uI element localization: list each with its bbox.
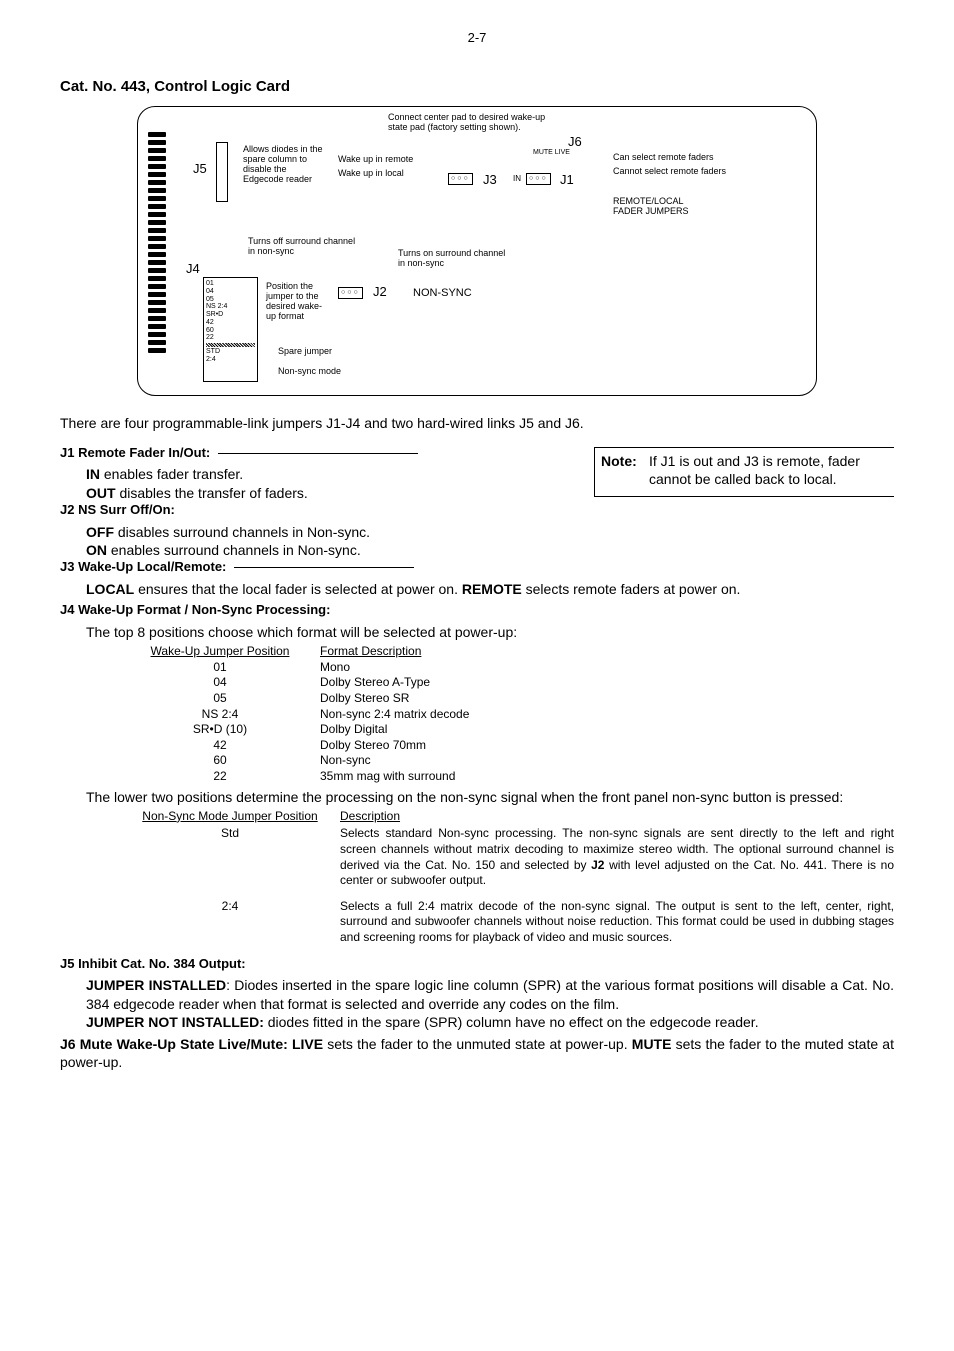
j4-item: 60 [206, 327, 255, 335]
j4-d: 35mm mag with surround [320, 769, 894, 785]
j4-head3: Non-Sync Mode Jumper Position [120, 809, 340, 825]
connect-center-label: Connect center pad to desired wake-up st… [388, 113, 558, 133]
j6-live-text: sets the fader to the unmuted state at p… [323, 1036, 632, 1052]
j4-label: J4 [186, 262, 200, 276]
j5-label: J5 [193, 162, 207, 176]
j4-p: SR•D (10) [120, 722, 320, 738]
wake-local-label: Wake up in local [338, 169, 404, 179]
position-jumper-label: Position the jumper to the desired wake-… [266, 282, 326, 322]
j2-off: OFF disables surround channels in Non-sy… [86, 523, 894, 541]
j4-hatch [206, 343, 255, 347]
j4-intro: The top 8 positions choose which format … [86, 623, 894, 641]
j4-p: 42 [120, 738, 320, 754]
spare-jumper-label: Spare jumper [278, 347, 332, 357]
j4-box: 01 04 05 NS 2:4 SR•D 42 60 22 STD 2:4 [203, 277, 258, 382]
edge-connector [148, 132, 166, 356]
j4-p: 05 [120, 691, 320, 707]
j4-item: 2:4 [206, 356, 255, 364]
j3-label: J3 Wake-Up Local/Remote: [60, 559, 226, 574]
j4-item: 42 [206, 319, 255, 327]
j4-p: 22 [120, 769, 320, 785]
j4-d: Dolby Stereo A-Type [320, 675, 894, 691]
j5-installed: JUMPER INSTALLED: Diodes inserted in the… [86, 976, 894, 1012]
branch-line [234, 567, 414, 568]
j4-p: 01 [120, 660, 320, 676]
j3-label: J3 [483, 173, 497, 187]
j4-d2: Selects a full 2:4 matrix decode of the … [340, 899, 894, 946]
j3-pins: ○○○ [448, 173, 473, 185]
j5-not-installed: JUMPER NOT INSTALLED: diodes fitted in t… [86, 1013, 894, 1031]
note-box: Note: If J1 is out and J3 is remote, fad… [594, 447, 894, 497]
j4-table2: Non-Sync Mode Jumper Position Descriptio… [120, 809, 894, 946]
j4-p2: Std [120, 826, 340, 888]
j1-label: J1 [560, 173, 574, 187]
j4-item: 22 [206, 334, 255, 342]
branch-line [218, 453, 418, 454]
j4-lower: The lower two positions determine the pr… [86, 788, 894, 806]
j4-d: Dolby Stereo 70mm [320, 738, 894, 754]
note-lead: Note: [601, 452, 649, 488]
j3-text: LOCAL ensures that the local fader is se… [86, 580, 894, 598]
j4-p2: 2:4 [120, 899, 340, 946]
diagram-container: Connect center pad to desired wake-up st… [60, 106, 894, 396]
j6-live: LIVE [292, 1036, 323, 1052]
j5-box [216, 142, 228, 202]
allows-diodes-label: Allows diodes in the spare column to dis… [243, 145, 323, 185]
j6-label: J6 [568, 135, 582, 149]
remote-local-label: REMOTE/LOCAL FADER JUMPERS [613, 197, 713, 217]
page-number: 2-7 [60, 30, 894, 47]
j6-mute: MUTE [632, 1036, 672, 1052]
j1-pins: ○○○ [526, 173, 551, 185]
in-label: IN [513, 175, 521, 184]
intro-text: There are four programmable-link jumpers… [60, 414, 894, 432]
j2-label: J2 [373, 285, 387, 299]
j4-d: Dolby Stereo SR [320, 691, 894, 707]
j4-d: Non-sync [320, 753, 894, 769]
cannot-select-label: Cannot select remote faders [613, 167, 726, 177]
j1-label: J1 Remote Fader In/Out: [60, 445, 210, 460]
turns-off-label: Turns off surround channel in non-sync [248, 237, 358, 257]
j4-item: NS 2:4 [206, 303, 255, 311]
non-sync-label: NON-SYNC [413, 287, 472, 299]
note-text: If J1 is out and J3 is remote, fader can… [649, 452, 888, 488]
j4-p: 04 [120, 675, 320, 691]
j2-on: ON enables surround channels in Non-sync… [86, 541, 894, 559]
j2-pins: ○○○ [338, 287, 363, 299]
j4-item: 05 [206, 296, 255, 304]
j4-item: STD [206, 348, 255, 356]
non-sync-mode-label: Non-sync mode [278, 367, 341, 377]
j4-item: 01 [206, 280, 255, 288]
j4-d: Non-sync 2:4 matrix decode [320, 707, 894, 723]
j4-d: Mono [320, 660, 894, 676]
wake-remote-label: Wake up in remote [338, 155, 413, 165]
mute-live-label: MUTE LIVE [533, 149, 570, 157]
j2-label: J2 NS Surr Off/On: [60, 502, 175, 517]
control-logic-diagram: Connect center pad to desired wake-up st… [137, 106, 817, 396]
j4-item: SR•D [206, 311, 255, 319]
section-title: Cat. No. 443, Control Logic Card [60, 77, 894, 97]
j4-head2: Format Description [320, 644, 894, 660]
j4-table1: Wake-Up Jumper Position Format Descripti… [120, 644, 894, 784]
j4-p: 60 [120, 753, 320, 769]
j4-label: J4 Wake-Up Format / Non-Sync Processing: [60, 602, 330, 617]
j4-d2: Selects standard Non-sync processing. Th… [340, 826, 894, 888]
j4-item: 04 [206, 288, 255, 296]
j4-head4: Description [340, 809, 894, 825]
j4-d: Dolby Digital [320, 722, 894, 738]
j5-label: J5 Inhibit Cat. No. 384 Output: [60, 956, 246, 971]
j4-head1: Wake-Up Jumper Position [120, 644, 320, 660]
turns-on-label: Turns on surround channel in non-sync [398, 249, 508, 269]
can-select-label: Can select remote faders [613, 153, 714, 163]
j6-label: J6 Mute Wake-Up State Live/Mute: [60, 1036, 292, 1052]
j4-p: NS 2:4 [120, 707, 320, 723]
